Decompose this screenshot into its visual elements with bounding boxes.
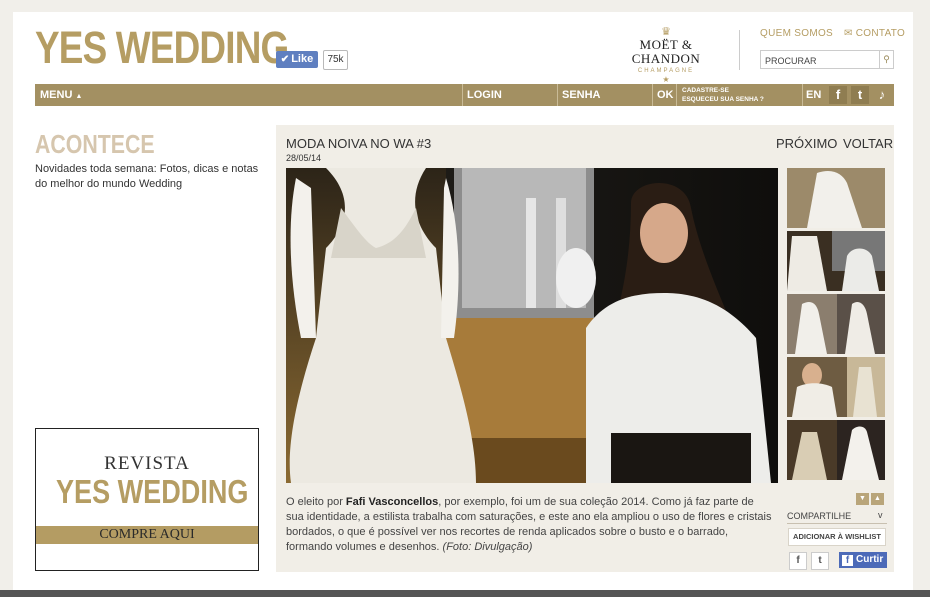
facebook-icon: f [842,555,853,566]
wishlist-button[interactable]: ADICIONAR À WISHLIST [788,528,886,546]
star-icon: ★ [662,75,670,84]
chevron-up-icon[interactable]: ▲ [871,493,884,505]
esqueceu-link[interactable]: ESQUECEU SUA SENHA ? [682,95,764,104]
nav-divider [802,84,803,106]
like-label: Like [291,53,314,65]
sponsor-logo[interactable]: ♛ MOËT & CHANDON CHAMPAGNE ★ [611,26,721,84]
contato-label: CONTATO [855,28,906,39]
ad-cta[interactable]: COMPRE AQUI [36,526,258,544]
photo-credit: (Foto: Divulgação) [442,541,533,553]
post-panel: MODA NOIVA NO WA #3 28/05/14 PRÓXIMO VOL… [276,125,894,572]
facebook-icon[interactable]: f [829,86,847,104]
menu-label: MENU [40,89,73,101]
envelope-icon: ✉ [844,28,853,39]
language-en-button[interactable]: EN [806,84,821,106]
nav-divider [676,84,677,106]
curtir-label: Curtir [856,554,884,565]
share-label[interactable]: COMPARTILHE [787,511,851,521]
share-divider [787,523,887,524]
contato-link[interactable]: ✉ CONTATO [844,28,905,39]
section-description: Novidades toda semana: Fotos, dicas e no… [35,163,259,190]
search-input[interactable] [761,52,875,70]
facebook-share-icon[interactable]: f [789,552,807,570]
thumbnail-image [787,231,885,291]
back-link[interactable]: VOLTAR [843,136,893,151]
thumbnail-arrows: ▼ ▲ [854,487,884,505]
curtir-button[interactable]: f Curtir [839,552,887,568]
ad-line-2: YES WEDDING [55,473,249,510]
thumbs-up-icon: ✔ [280,54,290,65]
thumbnail-image [787,294,885,354]
ad-line-1: REVISTA [104,453,190,474]
thumbnail[interactable] [787,357,885,417]
search-box: ⚲ [760,50,894,70]
like-count: 75k [323,50,348,70]
twitter-icon[interactable]: t [851,86,869,104]
header-divider [739,30,740,70]
cadastre-link[interactable]: CADASTRE-SE [682,86,729,95]
thumbnail[interactable] [787,231,885,291]
section-title: ACONTECE [35,129,155,159]
magazine-ad[interactable]: REVISTA YES WEDDING COMPRE AQUI [35,428,259,571]
music-icon[interactable]: ♪ [873,86,891,104]
site-logo[interactable]: YES WEDDING [35,22,289,74]
thumbnail[interactable] [787,420,885,480]
thumbnail-image [787,168,885,228]
bottom-bar [0,590,930,597]
nav-divider [557,84,558,106]
nav-divider [652,84,653,106]
login-field[interactable]: LOGIN [467,84,502,106]
ok-button[interactable]: OK [657,84,674,106]
sponsor-brand: MOËT & CHANDON [631,37,701,66]
facebook-like-button[interactable]: ✔ Like [276,51,318,68]
main-photo[interactable] [286,168,778,483]
main-photo-image [286,168,778,483]
nav-divider [462,84,463,106]
chevron-down-icon[interactable]: v [878,510,883,520]
page: YES WEDDING ✔ Like 75k ♛ MOËT & CHANDON C… [13,12,913,590]
post-text-before: O eleito por [286,496,346,508]
chevron-down-icon[interactable]: ▼ [856,493,869,505]
post-title: MODA NOIVA NO WA #3 [286,136,432,151]
thumbnail-image [787,420,885,480]
thumbnail[interactable] [787,168,885,228]
thumbnail[interactable] [787,294,885,354]
main-nav: MENU ▲ LOGIN SENHA OK CADASTRE-SE ESQUEC… [35,84,894,106]
search-icon: ⚲ [883,54,890,64]
post-author[interactable]: Fafi Vasconcellos [346,496,438,508]
thumbnail-image [787,357,885,417]
quem-somos-link[interactable]: QUEM SOMOS [760,28,833,39]
search-button[interactable]: ⚲ [879,51,893,68]
post-date: 28/05/14 [286,153,322,163]
twitter-share-icon[interactable]: t [811,552,829,570]
next-link[interactable]: PRÓXIMO [776,136,837,151]
menu-button[interactable]: MENU ▲ [40,84,82,106]
caret-up-icon: ▲ [75,93,83,100]
post-body: O eleito por Fafi Vasconcellos, por exem… [286,495,772,555]
senha-field[interactable]: SENHA [562,84,601,106]
